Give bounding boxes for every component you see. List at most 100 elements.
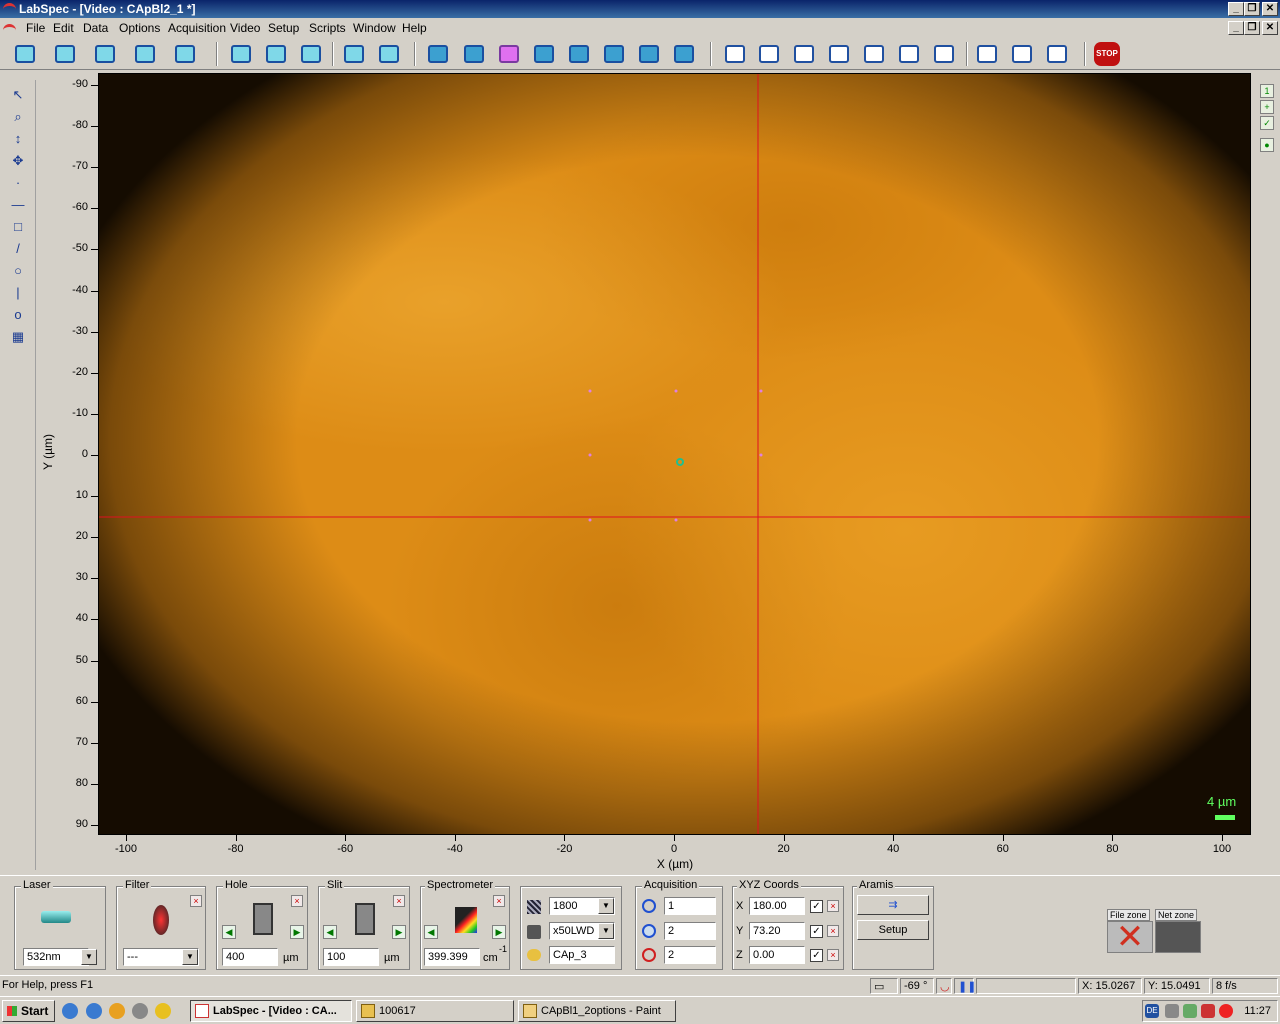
task-labspec[interactable]: LabSpec - [Video : CA... [190, 1000, 352, 1022]
z-coord-reset-icon[interactable]: × [827, 949, 839, 961]
restore-button[interactable]: ❐ [1244, 2, 1260, 16]
document-icon[interactable] [3, 24, 16, 35]
x-coord-reset-icon[interactable]: × [827, 900, 839, 912]
menu-scripts[interactable]: Scripts [309, 21, 346, 35]
camera-small-icon[interactable]: ● [1260, 138, 1274, 152]
filter-reset-icon[interactable]: × [190, 895, 202, 907]
spectrum-icon[interactable] [722, 42, 748, 66]
open-icon[interactable] [52, 42, 78, 66]
info-icon[interactable] [376, 42, 402, 66]
menu-window[interactable]: Window [353, 21, 396, 35]
fit-curve-icon[interactable] [826, 42, 852, 66]
slit-reset-icon[interactable]: × [393, 895, 405, 907]
laser-spot-marker[interactable] [676, 458, 684, 466]
slit-input[interactable]: 100 [323, 948, 379, 966]
sample-name-input[interactable]: CAp_3 [549, 946, 615, 964]
aramis-switch-button[interactable]: ⇉ [857, 895, 929, 915]
video-display-icon[interactable] [341, 42, 367, 66]
function-icon[interactable] [861, 42, 887, 66]
pause-icon[interactable]: ❚❚ [954, 978, 976, 994]
y-coord-reset-icon[interactable]: × [827, 925, 839, 937]
acquisition-count-input[interactable]: 1 [664, 897, 716, 915]
print-icon[interactable] [132, 42, 158, 66]
hole-reset-icon[interactable]: × [291, 895, 303, 907]
save-icon[interactable] [92, 42, 118, 66]
slit-decrease-button[interactable]: ◀ [323, 925, 337, 939]
map-icon[interactable] [425, 42, 451, 66]
rectangle-icon[interactable]: □ [9, 218, 27, 236]
language-indicator[interactable]: DE [1145, 1004, 1159, 1018]
task-paint[interactable]: CApBl1_2options - Paint [518, 1000, 676, 1022]
doc-restore-button[interactable]: ❐ [1244, 21, 1260, 35]
help-context-icon[interactable] [172, 42, 198, 66]
menu-acquisition[interactable]: Acquisition [168, 21, 226, 35]
spectrometer-input[interactable]: 399.399 [424, 948, 480, 966]
marker-icon[interactable]: + [1260, 100, 1274, 114]
zoom-fit-icon[interactable] [228, 42, 254, 66]
quicklaunch-desktop-icon[interactable] [62, 1003, 78, 1019]
layer-one-icon[interactable]: 1 [1260, 84, 1274, 98]
vertical-line-icon[interactable]: | [9, 284, 27, 302]
shield-icon[interactable] [1201, 1004, 1215, 1018]
y-coord-input[interactable]: 73.20 [749, 922, 805, 940]
menu-video[interactable]: Video [230, 21, 260, 35]
acquisition-time-input[interactable]: 2 [664, 922, 716, 940]
acquisition-accumulations-input[interactable]: 2 [664, 946, 716, 964]
security-icon[interactable] [1183, 1004, 1197, 1018]
x-coord-input[interactable]: 180.00 [749, 897, 805, 915]
point-icon[interactable]: · [9, 174, 27, 192]
hole-input[interactable]: 400 [222, 948, 278, 966]
stop-icon[interactable]: STOP [1094, 42, 1120, 66]
task-folder[interactable]: 100617 [356, 1000, 514, 1022]
start-button[interactable]: Start [2, 1000, 55, 1022]
spectrometer-reset-icon[interactable]: × [493, 895, 505, 907]
menu-file[interactable]: File [26, 21, 45, 35]
spectrometer-decrease-button[interactable]: ◀ [424, 925, 438, 939]
quicklaunch-media-icon[interactable] [155, 1003, 171, 1019]
doc-close-button[interactable]: ✕ [1262, 21, 1278, 35]
baseline-icon[interactable] [791, 42, 817, 66]
grating-dropdown-arrow[interactable]: ▼ [598, 898, 614, 914]
zoom-horizontal-icon[interactable] [298, 42, 324, 66]
quicklaunch-ie-icon[interactable] [86, 1003, 102, 1019]
menu-options[interactable]: Options [119, 21, 160, 35]
quicklaunch-tool-icon[interactable] [132, 1003, 148, 1019]
stage-icon[interactable] [496, 42, 522, 66]
magnifier-icon[interactable]: ⌕ [9, 108, 27, 126]
check-icon[interactable]: ✓ [1260, 116, 1274, 130]
grid-tool-icon[interactable]: ▦ [9, 328, 27, 346]
diagonal-line-icon[interactable]: / [9, 240, 27, 258]
overlay-icon[interactable] [974, 42, 1000, 66]
line-icon[interactable]: — [9, 196, 27, 214]
filter-dropdown-arrow[interactable]: ▼ [182, 949, 198, 965]
array-icon[interactable] [531, 42, 557, 66]
peaks-icon[interactable] [756, 42, 782, 66]
spectrometer-increase-button[interactable]: ▶ [492, 925, 506, 939]
grid-map-icon[interactable] [461, 42, 487, 66]
palette-icon[interactable] [1009, 42, 1035, 66]
deconvolution-icon[interactable] [931, 42, 957, 66]
slit-increase-button[interactable]: ▶ [392, 925, 406, 939]
menu-help[interactable]: Help [402, 21, 427, 35]
x-coord-checkbox[interactable]: ✓ [810, 900, 823, 913]
quicklaunch-app-icon[interactable] [109, 1003, 125, 1019]
circle-icon[interactable]: ○ [9, 262, 27, 280]
image-spectrum-icon[interactable] [601, 42, 627, 66]
zoom-vertical-icon[interactable] [263, 42, 289, 66]
z-coord-input[interactable]: 0.00 [749, 946, 805, 964]
minimize-button[interactable]: _ [1228, 2, 1244, 16]
y-coord-checkbox[interactable]: ✓ [810, 925, 823, 938]
file-zone-x-icon[interactable]: ✕ [1107, 920, 1153, 954]
video-image[interactable]: 4 µm [98, 73, 1251, 835]
z-coord-checkbox[interactable]: ✓ [810, 949, 823, 962]
pan-icon[interactable]: ✥ [9, 152, 27, 170]
vertical-move-icon[interactable]: ↕ [9, 130, 27, 148]
pointer-icon[interactable]: ↖ [9, 86, 27, 104]
fit-window-icon[interactable] [671, 42, 697, 66]
hole-decrease-button[interactable]: ◀ [222, 925, 236, 939]
aramis-setup-button[interactable]: Setup [857, 920, 929, 940]
area-chart-icon[interactable] [1044, 42, 1070, 66]
laser-dropdown-arrow[interactable]: ▼ [81, 949, 97, 965]
camera-icon[interactable] [636, 42, 662, 66]
menu-edit[interactable]: Edit [53, 21, 74, 35]
